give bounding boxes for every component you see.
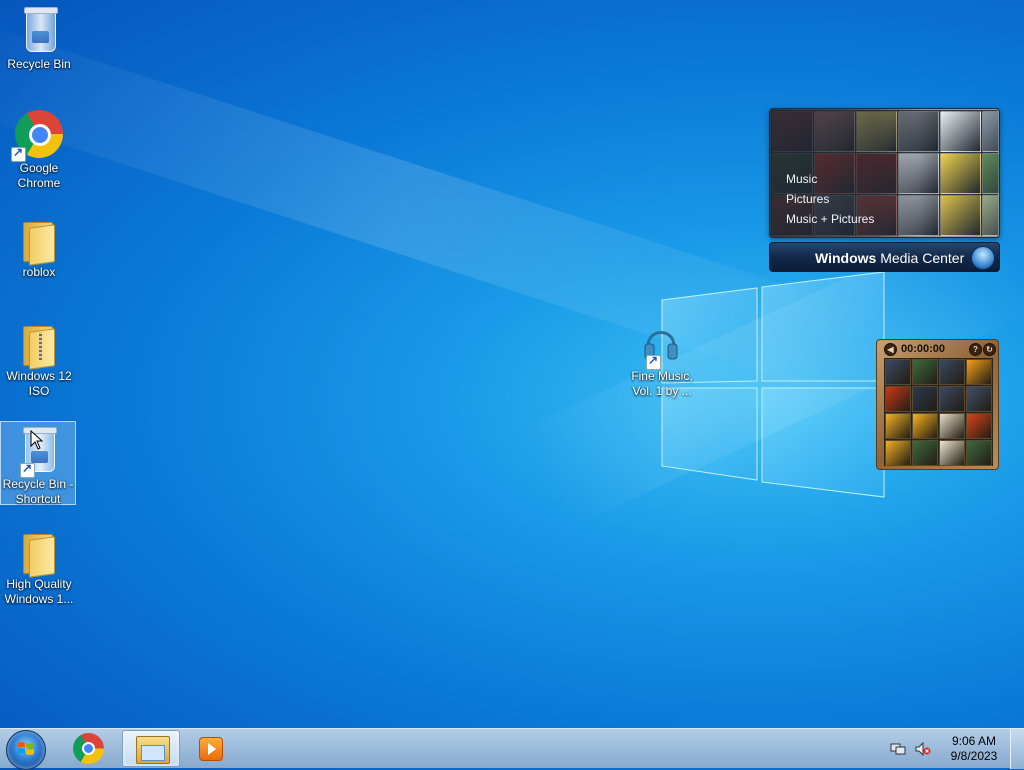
help-icon[interactable]: ? — [969, 343, 982, 356]
puzzle-tile[interactable] — [939, 440, 965, 466]
puzzle-tile[interactable] — [912, 440, 938, 466]
desktop-icon-recycle-bin[interactable]: Recycle Bin — [1, 2, 77, 72]
taskbar-media-player-button[interactable] — [189, 730, 231, 767]
media-center-item-music[interactable]: Music — [786, 172, 817, 186]
shortcut-arrow-icon — [646, 353, 661, 370]
media-center-title: Windows Media Center — [815, 250, 965, 266]
desktop-icon-fine-music[interactable]: Fine Music, Vol. 1 by ... — [624, 314, 700, 399]
desktop-icon-label: Windows 12 ISO — [6, 369, 72, 398]
puzzle-grid[interactable] — [884, 358, 993, 466]
media-center-item-pictures[interactable]: Pictures — [786, 192, 829, 206]
shortcut-arrow-icon — [11, 145, 26, 162]
desktop-icon-roblox[interactable]: roblox — [1, 210, 77, 280]
media-center-tile — [982, 111, 999, 152]
media-player-icon — [199, 737, 223, 761]
settings-icon[interactable]: ↻ — [983, 343, 996, 356]
media-center-tile — [940, 195, 981, 236]
puzzle-tile[interactable] — [885, 386, 911, 412]
media-center-item-music-pictures[interactable]: Music + Pictures — [786, 212, 874, 226]
media-center-tile — [982, 153, 999, 194]
desktop[interactable]: Recycle Bin Google Chrome roblox Windows… — [0, 0, 1024, 728]
recycle-bin-icon — [24, 7, 58, 52]
shortcut-arrow-icon — [20, 461, 35, 478]
media-center-tile — [940, 111, 981, 152]
puzzle-tile[interactable] — [939, 413, 965, 439]
start-button[interactable] — [6, 730, 46, 770]
taskbar-chrome-button[interactable] — [59, 730, 117, 767]
volume-muted-icon[interactable] — [915, 742, 931, 756]
puzzle-tile[interactable] — [939, 386, 965, 412]
windows-orb-icon — [971, 246, 995, 270]
puzzle-tile[interactable] — [885, 413, 911, 439]
puzzle-header: ◀ 00:00:00 ? ↻ — [881, 342, 996, 356]
puzzle-tile[interactable] — [966, 359, 992, 385]
clock-time: 9:06 AM — [951, 734, 997, 748]
desktop-icon-windows-12-iso[interactable]: Windows 12 ISO — [1, 314, 77, 399]
puzzle-tile[interactable] — [885, 359, 911, 385]
mouse-cursor-icon — [30, 430, 44, 450]
puzzle-tile[interactable] — [912, 413, 938, 439]
desktop-icon-label: Google Chrome — [17, 161, 61, 190]
show-desktop-button[interactable] — [1010, 729, 1024, 769]
puzzle-tile[interactable] — [939, 359, 965, 385]
taskbar-clock[interactable]: 9:06 AM 9/8/2023 — [948, 734, 1000, 764]
windows-flag-icon — [18, 742, 34, 755]
file-explorer-icon — [136, 736, 170, 764]
desktop-icon-google-chrome[interactable]: Google Chrome — [1, 106, 77, 191]
desktop-icon-label: Fine Music, Vol. 1 by ... — [631, 369, 693, 398]
show-picture-icon[interactable]: ◀ — [884, 343, 897, 356]
desktop-icon-label: High Quality Windows 1... — [4, 577, 74, 606]
puzzle-tile[interactable] — [885, 440, 911, 466]
picture-puzzle-gadget[interactable]: ◀ 00:00:00 ? ↻ — [876, 339, 999, 470]
desktop-icon-label: Recycle Bin - Shortcut — [2, 477, 74, 506]
media-center-launch-bar[interactable]: Windows Media Center — [769, 242, 1000, 272]
puzzle-tile[interactable] — [912, 359, 938, 385]
desktop-icon-high-quality-windows[interactable]: High Quality Windows 1... — [1, 522, 77, 607]
clock-date: 9/8/2023 — [950, 749, 998, 763]
puzzle-timer: 00:00:00 — [901, 343, 946, 355]
puzzle-tile[interactable] — [966, 386, 992, 412]
media-center-tiles[interactable]: Music Pictures Music + Pictures — [769, 108, 1000, 238]
media-center-gadget[interactable]: Music Pictures Music + Pictures Windows … — [769, 108, 1000, 272]
desktop-icon-label: Recycle Bin — [7, 57, 71, 71]
desktop-icon-label: roblox — [22, 265, 56, 279]
media-center-tile — [940, 153, 981, 194]
puzzle-tile[interactable] — [966, 440, 992, 466]
network-icon[interactable] — [890, 742, 906, 756]
taskbar-file-explorer-button[interactable] — [122, 730, 180, 767]
puzzle-tile[interactable] — [966, 413, 992, 439]
chrome-icon — [73, 733, 104, 764]
taskbar: 9:06 AM 9/8/2023 — [0, 728, 1024, 770]
puzzle-tile[interactable] — [912, 386, 938, 412]
media-center-menu: Music Pictures Music + Pictures — [770, 109, 920, 237]
media-center-tile — [982, 195, 999, 236]
